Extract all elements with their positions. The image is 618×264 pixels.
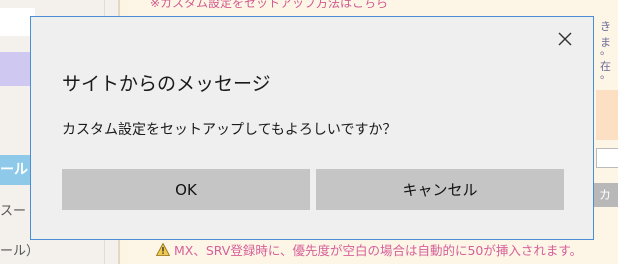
warning-note: MX、SRV登録時に、優先度が空白の場合は自動的に50が挿入されます。	[156, 240, 582, 259]
close-icon	[558, 32, 572, 46]
close-button[interactable]	[553, 27, 577, 51]
setup-help-link[interactable]: ※カスタム設定をセットアップ方法はこちら	[150, 0, 388, 11]
sidebar-item-active[interactable]	[0, 52, 32, 86]
background-button[interactable]: カ	[592, 183, 618, 207]
background-input[interactable]	[596, 148, 618, 168]
message-dialog: サイトからのメッセージ カスタム設定をセットアップしてもよろしいですか？ OK …	[30, 16, 594, 240]
ok-button[interactable]: OK	[62, 169, 310, 210]
sidebar-text[interactable]: ール）	[0, 240, 39, 259]
warning-text: MX、SRV登録時に、優先度が空白の場合は自動的に50が挿入されます。	[174, 243, 583, 258]
warning-icon	[156, 243, 170, 256]
content-panel	[596, 90, 618, 140]
sidebar-text[interactable]: スー	[0, 200, 26, 219]
dialog-message: カスタム設定をセットアップしてもよろしいですか？	[62, 122, 397, 138]
cancel-button[interactable]: キャンセル	[316, 169, 564, 210]
content-text: 。	[600, 68, 611, 81]
dialog-title: サイトからのメッセージ	[62, 73, 271, 95]
